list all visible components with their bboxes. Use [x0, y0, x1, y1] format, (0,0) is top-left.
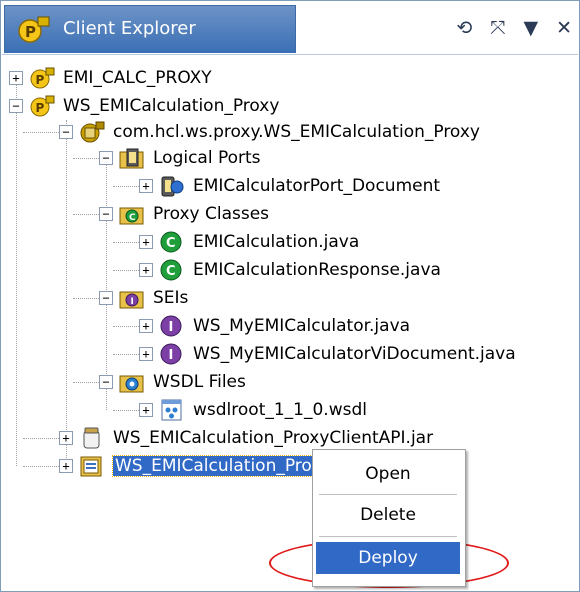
- tree-item-label: EMICalculatorPort_Document: [193, 176, 441, 196]
- wsdl-file-icon: [159, 398, 185, 422]
- svg-text:C: C: [166, 264, 176, 279]
- svg-text:P: P: [36, 101, 45, 115]
- collapse-icon[interactable]: −: [59, 125, 73, 139]
- proxy-project-icon: P: [17, 15, 51, 50]
- tree-item[interactable]: + P EMI_CALC_PROXY: [9, 64, 212, 92]
- expand-icon[interactable]: +: [9, 71, 23, 85]
- expand-icon[interactable]: +: [139, 179, 153, 193]
- tree-item-label: WS_EMICalculation_ProxyClientAPI.jar: [113, 428, 434, 448]
- tree-item-label: WS_MyEMICalculatorViDocument.java: [193, 344, 516, 364]
- tree-connector: [113, 270, 139, 271]
- collapse-icon[interactable]: −: [9, 99, 23, 113]
- tree-connector: [23, 438, 59, 439]
- expand-icon[interactable]: +: [139, 347, 153, 361]
- tree-connector: [23, 466, 59, 467]
- proxy-classes-folder-icon: C: [119, 202, 145, 226]
- menu-item-deploy[interactable]: Deploy: [316, 542, 460, 574]
- svg-text:I: I: [169, 320, 174, 335]
- tree-connector: [66, 120, 67, 466]
- tree-item[interactable]: + I WS_MyEMICalculatorViDocument.java: [139, 340, 516, 368]
- tree-item[interactable]: + C EMICalculationResponse.java: [139, 256, 441, 284]
- proxy-project-icon: P: [29, 66, 55, 90]
- tree-item[interactable]: − I SEIs: [99, 284, 188, 312]
- svg-text:P: P: [25, 23, 36, 41]
- tree-item-label: com.hcl.ws.proxy.WS_EMICalculation_Proxy: [113, 122, 480, 142]
- view-menu-icon[interactable]: ▼: [523, 17, 538, 39]
- menu-item-open[interactable]: Open: [316, 458, 460, 490]
- context-menu: Open Delete Deploy: [312, 449, 466, 587]
- collapse-icon[interactable]: −: [99, 207, 113, 221]
- tree-item-label: Logical Ports: [153, 148, 261, 168]
- tree-item-label: EMI_CALC_PROXY: [63, 68, 212, 88]
- tree-item-label: EMICalculation.java: [193, 232, 360, 252]
- tree-item-label: EMICalculationResponse.java: [193, 260, 441, 280]
- tree-connector: [113, 326, 139, 327]
- svg-text:P: P: [36, 73, 45, 87]
- tree-connector: [113, 354, 139, 355]
- expand-icon[interactable]: +: [59, 459, 73, 473]
- tree-item-label: WS_MyEMICalculator.java: [193, 316, 411, 336]
- view-title: Client Explorer: [63, 18, 196, 39]
- class-icon: C: [159, 258, 185, 282]
- client-explorer-tab[interactable]: P Client Explorer: [4, 5, 296, 53]
- expand-icon[interactable]: +: [139, 319, 153, 333]
- interface-icon: I: [159, 314, 185, 338]
- logical-ports-folder-icon: [119, 146, 145, 170]
- interface-icon: I: [159, 342, 185, 366]
- tree-item[interactable]: − P WS_EMICalculation_Proxy: [9, 92, 279, 120]
- tree-item[interactable]: + WS_EMICalculation_ProxyClientAPI.jar: [59, 424, 433, 452]
- menu-item-delete[interactable]: Delete: [316, 499, 460, 531]
- port-icon: [159, 174, 185, 198]
- collapse-icon[interactable]: −: [99, 151, 113, 165]
- tree-connector: [73, 158, 99, 159]
- expand-icon[interactable]: +: [139, 235, 153, 249]
- collapse-icon[interactable]: −: [99, 375, 113, 389]
- tree-connector: [113, 242, 139, 243]
- tree-connector: [73, 298, 99, 299]
- close-icon[interactable]: ✕: [556, 17, 572, 39]
- tree-item[interactable]: − WSDL Files: [99, 368, 246, 396]
- menu-separator: [319, 494, 457, 495]
- ear-icon: [79, 454, 105, 478]
- tree-connector: [113, 410, 139, 411]
- expand-icon[interactable]: +: [139, 403, 153, 417]
- view-toolbar: ⟲ ⤧ ▼ ✕: [456, 2, 572, 54]
- collapse-icon[interactable]: −: [99, 291, 113, 305]
- tree-item[interactable]: − com.hcl.ws.proxy.WS_EMICalculation_Prox…: [59, 118, 480, 146]
- expand-icon[interactable]: +: [59, 431, 73, 445]
- expand-icon[interactable]: +: [139, 263, 153, 277]
- tree-connector: [23, 132, 59, 133]
- tree-connector: [113, 186, 139, 187]
- tree-item[interactable]: − Logical Ports: [99, 144, 261, 172]
- tree-item-label: WSDL Files: [153, 372, 246, 392]
- collapse-all-icon[interactable]: ⤧: [490, 17, 505, 39]
- tree-connector: [16, 106, 17, 466]
- package-icon: [79, 120, 105, 144]
- proxy-project-icon: P: [29, 94, 55, 118]
- sync-icon[interactable]: ⟲: [456, 17, 472, 39]
- svg-text:I: I: [131, 297, 134, 307]
- tree-item[interactable]: + wsdlroot_1_1_0.wsdl: [139, 396, 367, 424]
- tree-item-label: SEIs: [153, 288, 189, 308]
- tree-item-label: WS_EMICalculation_Proxy: [63, 96, 280, 116]
- tree-item-label: wsdlroot_1_1_0.wsdl: [193, 400, 367, 420]
- wsdl-folder-icon: [119, 370, 145, 394]
- sei-folder-icon: I: [119, 286, 145, 310]
- class-icon: C: [159, 230, 185, 254]
- svg-text:C: C: [166, 236, 176, 251]
- tree-item-label: Proxy Classes: [153, 204, 270, 224]
- view-titlebar: P Client Explorer ⟲ ⤧ ▼ ✕: [2, 2, 578, 55]
- svg-text:C: C: [129, 213, 136, 223]
- jar-icon: [79, 426, 105, 450]
- tree-item[interactable]: + EMICalculatorPort_Document: [139, 172, 440, 200]
- tree-item[interactable]: + C EMICalculation.java: [139, 228, 359, 256]
- svg-text:I: I: [169, 348, 174, 363]
- tree-connector: [73, 214, 99, 215]
- client-explorer-view: P Client Explorer ⟲ ⤧ ▼ ✕ + P EMI_CALC_PROXY −…: [0, 0, 580, 592]
- tree-connector: [73, 382, 99, 383]
- tree-item[interactable]: − C Proxy Classes: [99, 200, 269, 228]
- menu-separator: [319, 536, 457, 537]
- tree-item[interactable]: + I WS_MyEMICalculator.java: [139, 312, 410, 340]
